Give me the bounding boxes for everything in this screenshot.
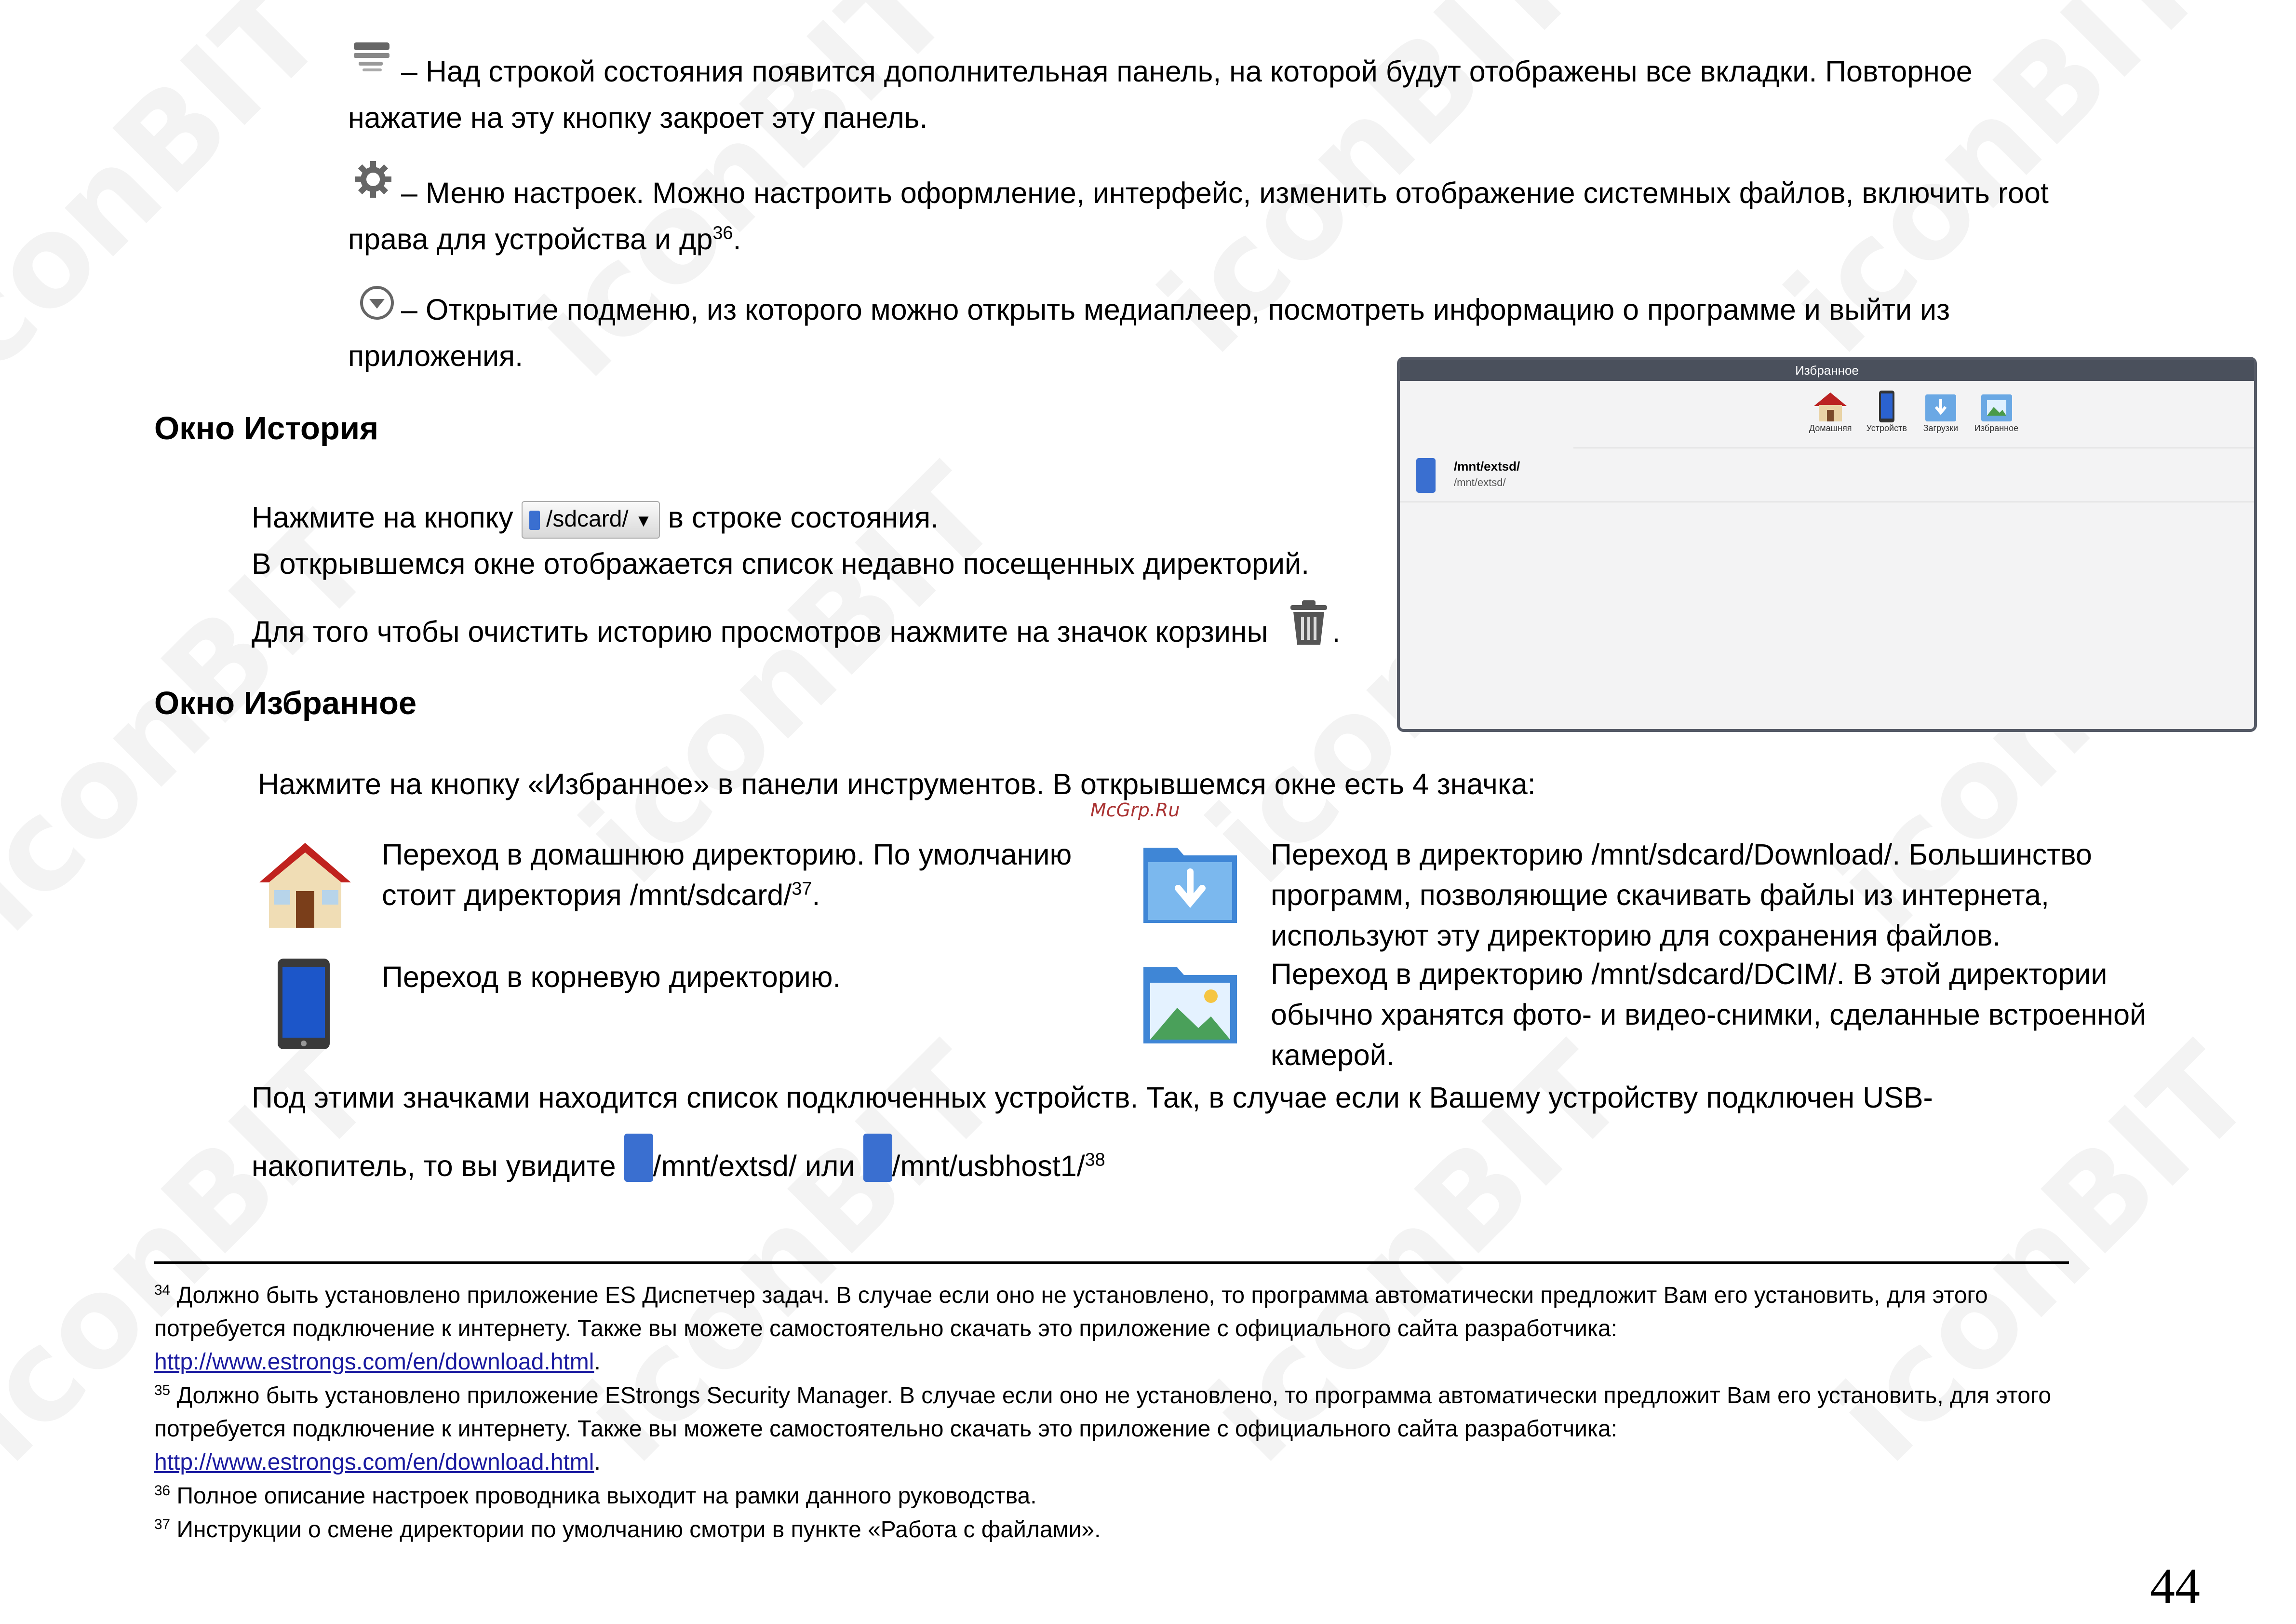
sd-card-icon: [1416, 458, 1436, 493]
favorites-panel-toolbar: Домашняя Устройств Загрузки Избранное: [1573, 381, 2254, 448]
home-description: Переход в домашнюю директорию. По умолча…: [382, 838, 1072, 911]
sd-card-icon: [624, 1133, 653, 1182]
devices-shortcut[interactable]: Устройств: [1866, 390, 1907, 447]
footnote-36: 36 Полное описание настроек проводника в…: [154, 1483, 1037, 1509]
home-icon: [255, 838, 356, 933]
favorites-panel-title: Избранное: [1400, 360, 2254, 381]
photo-folder-icon: [1139, 958, 1242, 1047]
footnote-35: 35 Должно быть установлено приложение ES…: [154, 1382, 2052, 1475]
phone-icon: [270, 956, 337, 1052]
root-description: Переход в корневую директорию.: [382, 961, 841, 993]
downloads-shortcut[interactable]: Загрузки: [1921, 390, 1960, 447]
history-line-2: В открывшемся окне отображается список н…: [252, 547, 1310, 580]
download-description: Переход в директорию /mnt/sdcard/Downloa…: [1271, 838, 2092, 952]
favorites-heading: Окно Избранное: [154, 685, 417, 721]
home-shortcut[interactable]: Домашняя: [1809, 390, 1852, 447]
footnote-37: 37 Инструкции о смене директории по умол…: [154, 1516, 1101, 1543]
footnote-35-link[interactable]: http://www.estrongs.com/en/download.html: [154, 1449, 594, 1475]
devices-line-2: накопитель, то вы увидите /mnt/extsd/ ил…: [252, 1133, 1105, 1192]
dropdown-arrow-icon: ▼: [635, 510, 652, 530]
trash-icon: [1286, 598, 1332, 647]
footnote-divider: [154, 1261, 2069, 1264]
device-entry[interactable]: /mnt/extsd/ /mnt/extsd/: [1400, 448, 2254, 502]
home-icon: [1811, 390, 1850, 423]
phone-icon: [1867, 390, 1906, 423]
download-folder-icon: [1921, 390, 1960, 423]
photo-folder-icon: [1977, 390, 2016, 423]
tabs-description: – Над строкой состояния появится дополни…: [348, 55, 1973, 134]
history-line-1: Нажмите на кнопку /sdcard/ ▼ в строке со…: [252, 494, 939, 541]
footnote-34-link[interactable]: http://www.estrongs.com/en/download.html: [154, 1349, 594, 1375]
history-line-3: Для того чтобы очистить историю просмотр…: [252, 600, 1340, 658]
dcim-description: Переход в директорию /mnt/sdcard/DCIM/. …: [1271, 958, 2147, 1071]
favorites-intro: Нажмите на кнопку «Избранное» в панели и…: [258, 768, 1536, 800]
download-folder-icon: [1139, 838, 1242, 927]
sdcard-button: /sdcard/ ▼: [521, 501, 660, 539]
sd-card-icon: [529, 511, 540, 530]
footnote-34: 34 Должно быть установлено приложение ES…: [154, 1282, 1988, 1375]
watermark: iconBIT: [0, 0, 351, 429]
page-number: 44: [2150, 1558, 2200, 1614]
sd-card-icon: [863, 1133, 892, 1182]
favorites-shortcut[interactable]: Избранное: [1974, 390, 2018, 447]
settings-description: – Меню настроек. Можно настроить оформле…: [348, 176, 2049, 256]
history-heading: Окно История: [154, 410, 379, 447]
favorites-panel: Избранное Домашняя Устройств Загрузки Из…: [1397, 357, 2257, 732]
site-watermark: McGrp.Ru: [1090, 799, 1180, 821]
devices-line-1: Под этими значками находится список подк…: [252, 1081, 1933, 1114]
